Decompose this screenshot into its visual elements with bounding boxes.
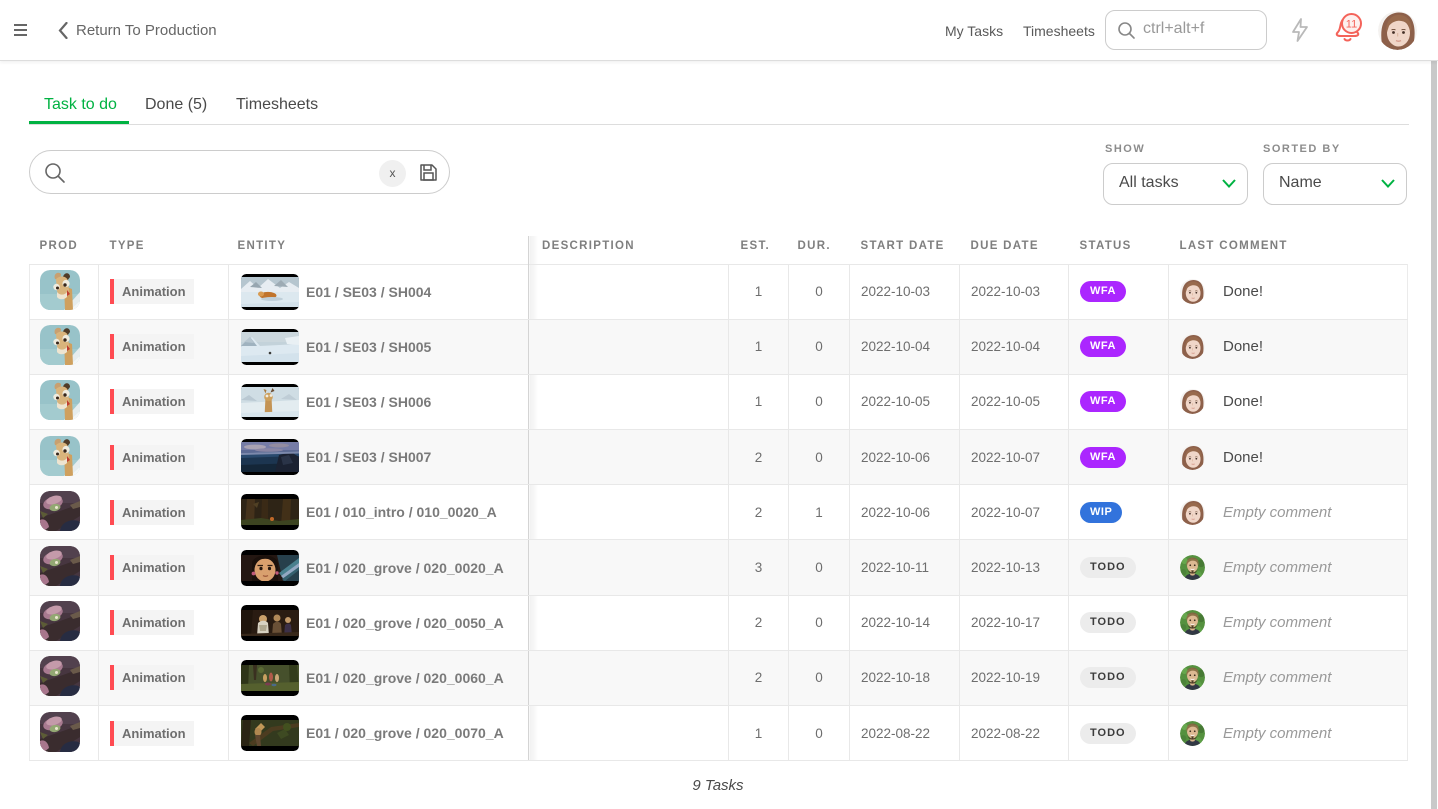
svg-text:11: 11 — [1346, 19, 1357, 31]
